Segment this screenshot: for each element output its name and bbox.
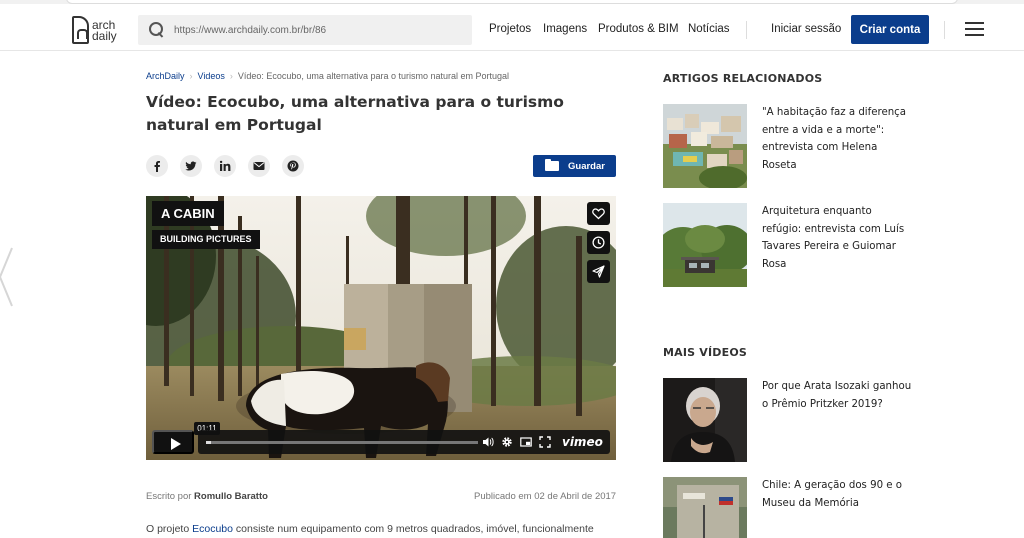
related-article-card[interactable]: "A habitação faz a diferença entre a vid… — [663, 104, 963, 188]
related-article-title[interactable]: "A habitação faz a diferença entre a vid… — [762, 104, 914, 174]
volume-icon[interactable] — [482, 436, 494, 448]
search-bar[interactable] — [138, 15, 472, 45]
related-article-thumbnail[interactable] — [663, 104, 747, 188]
video-thumbnail[interactable] — [663, 378, 747, 462]
play-button[interactable] — [152, 430, 194, 454]
nav-imagens[interactable]: Imagens — [543, 18, 587, 40]
facebook-icon — [154, 161, 160, 172]
museum-facade-thumbnail — [663, 477, 747, 538]
article-author: Escrito por Romullo Baratto — [146, 491, 268, 502]
video-thumbnail[interactable] — [663, 477, 747, 538]
related-articles-heading: ARTIGOS RELACIONADOS — [663, 72, 823, 85]
body-prefix: O projeto — [146, 523, 190, 535]
heart-icon — [592, 208, 605, 220]
publish-date: Publicado em 02 de Abril de 2017 — [474, 491, 617, 502]
picture-in-picture-icon[interactable] — [520, 436, 532, 448]
clock-icon — [592, 236, 605, 249]
video-channel-tag[interactable]: BUILDING PICTURES — [152, 230, 260, 249]
twitter-share-button[interactable] — [180, 155, 202, 177]
mail-icon — [253, 162, 265, 170]
control-bar: vimeo — [198, 430, 610, 454]
video-title[interactable]: Por que Arata Isozaki ganhou o Prêmio Pr… — [762, 378, 914, 413]
more-videos-heading: MAIS VÍDEOS — [663, 346, 748, 359]
related-article-title[interactable]: Arquitetura enquanto refúgio: entrevista… — [762, 203, 914, 273]
breadcrumb-archdaily[interactable]: ArchDaily — [146, 71, 185, 81]
settings-gear-icon[interactable] — [501, 436, 513, 448]
search-input[interactable] — [174, 15, 464, 45]
video-controls: vimeo — [152, 430, 610, 454]
video-title-tag[interactable]: A CABIN — [152, 201, 224, 226]
house-in-trees-thumbnail — [663, 203, 747, 287]
twitter-icon — [185, 161, 197, 171]
author-prefix: Escrito por — [146, 491, 192, 502]
save-button-label: Guardar — [568, 160, 605, 172]
search-icon[interactable] — [149, 22, 163, 36]
related-article-card[interactable]: Arquitetura enquanto refúgio: entrevista… — [663, 203, 963, 287]
video-card[interactable]: Por que Arata Isozaki ganhou o Prêmio Pr… — [663, 378, 963, 462]
pinterest-share-button[interactable] — [282, 155, 304, 177]
nav-noticias[interactable]: Notícias — [688, 18, 730, 40]
body-link-ecocubo[interactable]: Ecocubo — [192, 523, 233, 535]
send-icon — [592, 265, 605, 278]
pinterest-icon — [287, 160, 299, 172]
folder-icon — [545, 159, 559, 171]
breadcrumb-current: Vídeo: Ecocubo, uma alternativa para o t… — [237, 71, 510, 81]
related-article-thumbnail[interactable] — [663, 203, 747, 287]
body-text: consiste num equipamento com 9 metros qu… — [235, 523, 594, 535]
site-header: arch daily Projetos Imagens Produtos & B… — [0, 4, 1024, 51]
hillside-houses-thumbnail — [663, 104, 747, 188]
video-card[interactable]: Chile: A geração dos 90 e o Museu da Mem… — [663, 477, 963, 538]
nav-divider — [746, 21, 747, 39]
logo-text-line2: daily — [92, 29, 117, 43]
previous-arrow-icon[interactable] — [0, 246, 16, 308]
video-player[interactable]: A CABIN BUILDING PICTURES 01:11 vimeo — [146, 196, 616, 460]
facebook-share-button[interactable] — [146, 155, 168, 177]
nav-divider — [944, 21, 945, 39]
video-title[interactable]: Chile: A geração dos 90 e o Museu da Mem… — [762, 477, 914, 512]
article-title: Vídeo: Ecocubo, uma alternativa para o t… — [146, 93, 564, 134]
fullscreen-icon[interactable] — [539, 436, 551, 448]
vimeo-logo[interactable]: vimeo — [562, 433, 603, 451]
portrait-thumbnail — [663, 378, 747, 462]
breadcrumb-separator-icon: › — [229, 71, 233, 81]
breadcrumb-videos[interactable]: Videos — [198, 71, 225, 81]
share-video-button[interactable] — [587, 260, 610, 283]
signup-button[interactable]: Criar conta — [851, 15, 929, 44]
breadcrumb: ArchDaily › Videos › Vídeo: Ecocubo, uma alt… — [146, 71, 509, 81]
menu-icon[interactable] — [965, 22, 984, 36]
linkedin-share-button[interactable] — [214, 155, 236, 177]
watch-later-button[interactable] — [587, 231, 610, 254]
author-name[interactable]: Romullo Baratto — [194, 491, 268, 502]
progress-track[interactable] — [206, 441, 478, 444]
nav-projetos[interactable]: Projetos — [489, 18, 531, 40]
nav-produtos-bim[interactable]: Produtos & BIM — [598, 18, 679, 40]
archdaily-logo[interactable]: arch daily — [72, 16, 124, 46]
linkedin-icon — [219, 160, 231, 171]
login-link[interactable]: Iniciar sessão — [771, 18, 841, 40]
email-share-button[interactable] — [248, 155, 270, 177]
breadcrumb-separator-icon: › — [189, 71, 193, 81]
logo-mark-icon — [72, 16, 89, 44]
like-button[interactable] — [587, 202, 610, 225]
progress-fill — [206, 441, 212, 444]
save-button[interactable]: Guardar — [533, 155, 616, 177]
article-body: O projeto Ecocubo consiste num equipamen… — [146, 523, 616, 535]
